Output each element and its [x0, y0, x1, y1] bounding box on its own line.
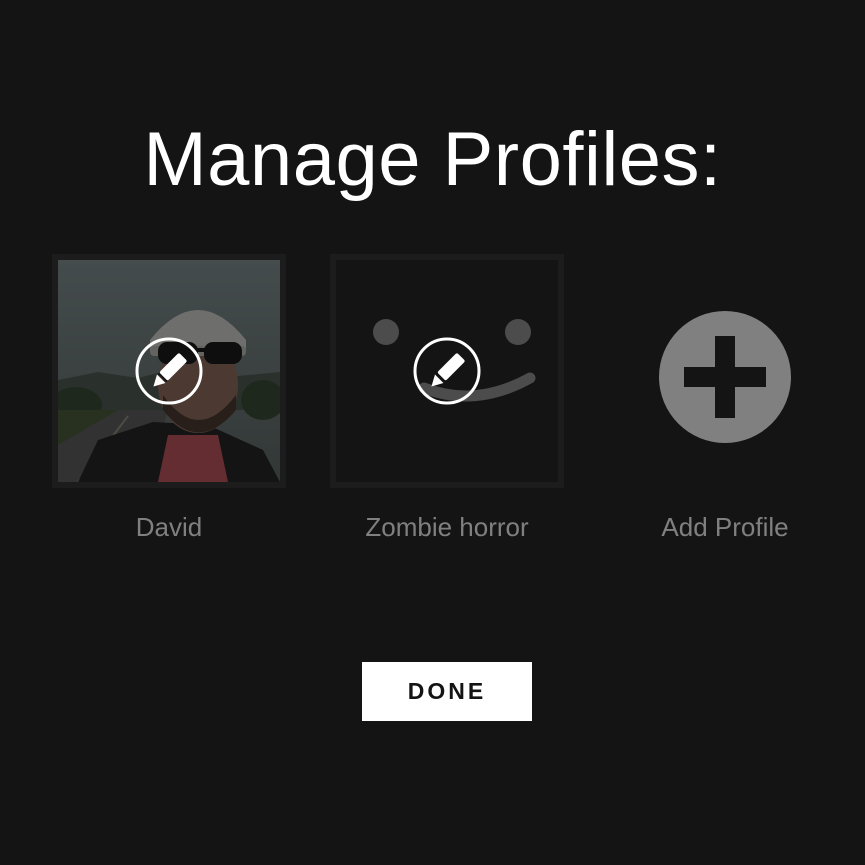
profile-name: David	[135, 512, 203, 542]
page-title: Manage Profiles:	[143, 117, 722, 202]
profile-avatar[interactable]	[52, 254, 286, 488]
add-profile[interactable]: Add Profile	[608, 254, 842, 542]
add-profile-label: Add Profile	[661, 512, 789, 542]
pencil-icon[interactable]	[134, 336, 204, 406]
add-profile-tile[interactable]	[608, 254, 842, 488]
done-button[interactable]: DONE	[362, 662, 532, 721]
profile-david[interactable]: David	[52, 254, 286, 542]
pencil-icon[interactable]	[412, 336, 482, 406]
profile-zombie-horror[interactable]: Zombie horror	[330, 254, 564, 542]
manage-profiles-page: Manage Profiles: David Zombie horror Add…	[0, 0, 865, 865]
plus-icon[interactable]	[658, 310, 792, 444]
profile-name: Zombie horror	[365, 512, 529, 542]
profile-avatar[interactable]	[330, 254, 564, 488]
